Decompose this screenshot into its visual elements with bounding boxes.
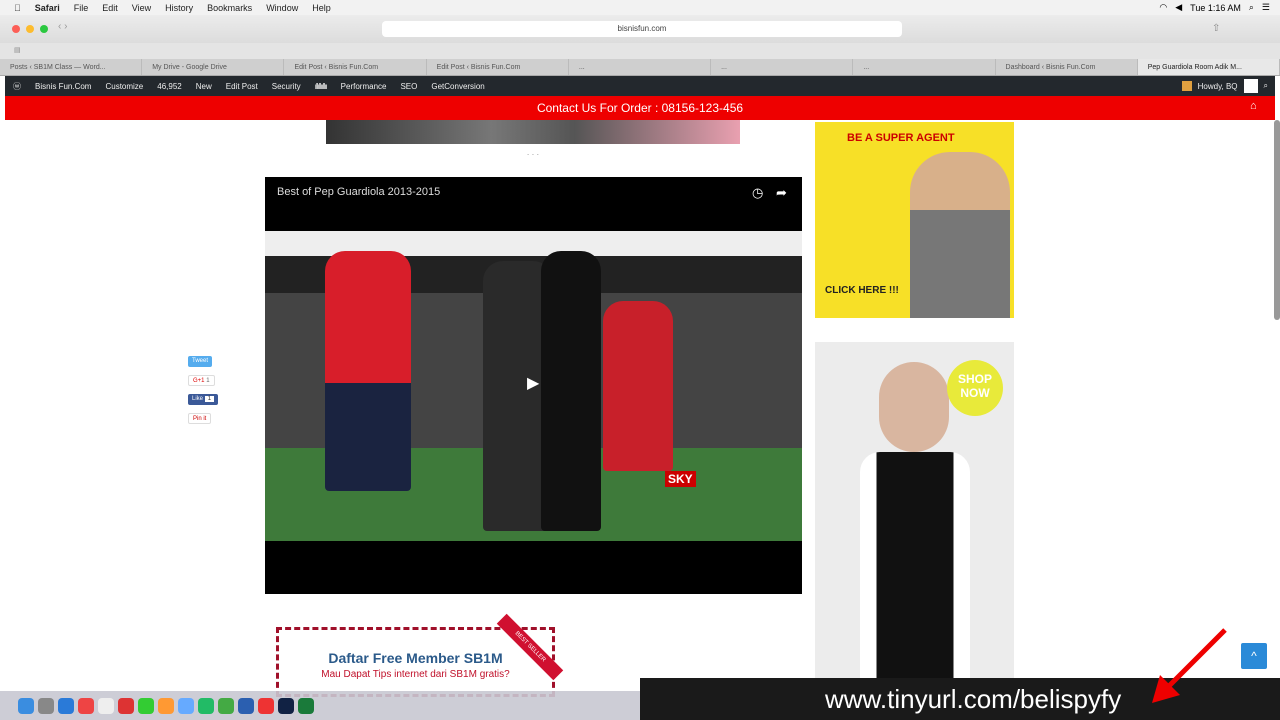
excel-icon[interactable] [298, 697, 314, 714]
tab[interactable]: ... [569, 59, 712, 75]
share-buttons: Tweet G+1 1 Like 1 Pin it [188, 356, 219, 432]
wp-performance[interactable]: Performance [341, 82, 387, 91]
tab-active[interactable]: Pep Guardiola Room Adik M... [1137, 59, 1280, 75]
app-icon[interactable] [158, 697, 174, 714]
tab[interactable]: Dashboard ‹ Bisnis Fun.Com [996, 59, 1138, 75]
member-title: Daftar Free Member SB1M [328, 650, 503, 666]
member-subtitle: Mau Dapat Tips internet dari SB1M gratis… [321, 669, 510, 680]
sky-badge: SKY [665, 471, 696, 487]
menu-history[interactable]: History [165, 3, 193, 13]
notification-icon[interactable] [1181, 81, 1192, 91]
wordpress-icon[interactable]: ⓦ [13, 81, 21, 92]
scroll-to-top-button[interactable]: ^ [1241, 643, 1267, 669]
super-agent-ad[interactable]: BE A SUPER AGENT CLICK HERE !!! [815, 122, 1014, 318]
bookmarks-bar: ▤ [0, 43, 1280, 59]
tweet-button[interactable]: Tweet [188, 356, 213, 367]
spotlight-icon[interactable]: ⌕ [1249, 2, 1254, 13]
app-icon[interactable] [78, 697, 94, 714]
gplus-label: G+1 [193, 378, 205, 384]
share-icon[interactable]: ⇧ [1212, 23, 1220, 34]
search-icon[interactable]: ⌕ [1264, 81, 1268, 91]
menu-window[interactable]: Window [266, 3, 298, 13]
play-icon[interactable]: ▶ [527, 373, 539, 393]
stats-sparkline-icon[interactable]: ıllıllııllıı [315, 82, 328, 91]
menu-bookmarks[interactable]: Bookmarks [207, 3, 252, 13]
app-icon[interactable] [198, 697, 214, 714]
watch-later-icon[interactable]: ◷ [752, 185, 763, 201]
like-count: 1 [204, 396, 215, 402]
photoshop-icon[interactable] [278, 697, 294, 714]
calendar-icon[interactable] [98, 697, 114, 714]
video-title[interactable]: Best of Pep Guardiola 2013-2015 [277, 186, 440, 198]
powerpoint-icon[interactable] [258, 697, 274, 714]
wp-security[interactable]: Security [272, 82, 301, 91]
tab[interactable]: My Drive - Google Drive [142, 59, 285, 75]
ad-headline: BE A SUPER AGENT [847, 132, 955, 144]
chrome-icon[interactable] [218, 697, 234, 714]
wp-customize[interactable]: Customize [105, 82, 143, 91]
zoom-window-button[interactable] [40, 25, 48, 33]
wp-admin-bar: ⓦ Bisnis Fun.Com Customize 46,952 New Ed… [5, 76, 1275, 96]
avatar[interactable] [1243, 79, 1258, 93]
gplus-count: 1 [206, 378, 210, 384]
tab[interactable]: Edit Post ‹ Bisnis Fun.Com [284, 59, 427, 75]
wp-edit-post[interactable]: Edit Post [226, 82, 258, 91]
like-label: Like [192, 396, 204, 402]
menu-app[interactable]: Safari [35, 3, 60, 13]
facebook-like-button[interactable]: Like 1 [188, 394, 219, 405]
wp-getconversion[interactable]: GetConversion [431, 82, 484, 91]
status-area: ◠ ◀ Tue 1:16 AM ⌕ ☰ [1159, 0, 1270, 15]
close-window-button[interactable] [12, 25, 20, 33]
sidebar-icon[interactable]: ▤ [14, 46, 21, 54]
menu-help[interactable]: Help [312, 3, 331, 13]
clock[interactable]: Tue 1:16 AM [1190, 3, 1241, 13]
wp-admin-right: Howdy, BQ ⌕ [1181, 76, 1268, 96]
ad-click-here[interactable]: CLICK HERE !!! [825, 284, 899, 297]
previous-image [326, 120, 740, 144]
scrollbar[interactable] [1274, 120, 1280, 320]
back-button[interactable]: ‹ › [58, 21, 67, 32]
apple-icon[interactable]:  [14, 3, 21, 13]
tab-bar: Posts ‹ SB1M Class — Word... My Drive - … [0, 59, 1280, 76]
list-icon[interactable]: ☰ [1262, 2, 1270, 13]
contact-bar: Contact Us For Order : 08156-123-456 [5, 96, 1275, 120]
menu-edit[interactable]: Edit [102, 3, 118, 13]
tab[interactable]: Edit Post ‹ Bisnis Fun.Com [427, 59, 569, 75]
wp-howdy[interactable]: Howdy, BQ [1198, 82, 1238, 91]
browser-toolbar: ‹ › bisnisfun.com ⇧ [0, 15, 1280, 43]
shop-now-badge[interactable]: SHOP NOW [947, 360, 1003, 416]
red-arrow-icon [1152, 628, 1227, 703]
itunes-icon[interactable] [178, 697, 194, 714]
app-icon[interactable] [118, 697, 134, 714]
tab[interactable]: Posts ‹ SB1M Class — Word... [0, 59, 143, 75]
volume-icon[interactable]: ◀ [1175, 2, 1182, 13]
wp-seo[interactable]: SEO [400, 82, 417, 91]
mac-menubar:  Safari File Edit View History Bookmark… [0, 0, 1280, 15]
word-icon[interactable] [238, 697, 254, 714]
menu-file[interactable]: File [74, 3, 89, 13]
pinterest-button[interactable]: Pin it [188, 413, 212, 424]
tab[interactable]: ... [711, 59, 854, 75]
safari-icon[interactable] [58, 697, 74, 714]
video-embed[interactable]: Best of Pep Guardiola 2013-2015 ◷ ➦ SKY … [265, 177, 802, 594]
gplus-button[interactable]: G+1 1 [188, 375, 215, 386]
finder-icon[interactable] [18, 697, 34, 714]
tab[interactable]: ... [853, 59, 996, 75]
wifi-icon[interactable]: ◠ [1159, 2, 1167, 13]
promo-url[interactable]: www.tinyurl.com/belispyfy [825, 684, 1121, 715]
share-arrow-icon[interactable]: ➦ [776, 185, 787, 201]
wp-comments[interactable]: 46,952 [157, 82, 181, 91]
address-bar[interactable]: bisnisfun.com [382, 21, 902, 37]
minimize-window-button[interactable] [26, 25, 34, 33]
image-caption: · · · [526, 150, 540, 159]
launchpad-icon[interactable] [38, 697, 54, 714]
wp-site[interactable]: Bisnis Fun.Com [35, 82, 91, 91]
messages-icon[interactable] [138, 697, 154, 714]
menu-view[interactable]: View [132, 3, 151, 13]
home-icon[interactable]: ⌂ [1250, 100, 1257, 112]
wp-new[interactable]: New [196, 82, 212, 91]
